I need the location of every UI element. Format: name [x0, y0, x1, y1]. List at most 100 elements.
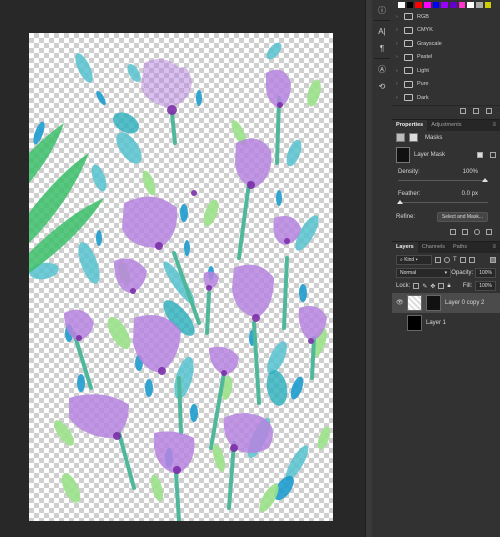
swatch-folder[interactable]: › Pure: [392, 78, 500, 92]
chevron-right-icon[interactable]: ›: [396, 95, 402, 101]
canvas-area[interactable]: [0, 0, 365, 537]
lock-artboard-icon[interactable]: [438, 283, 445, 289]
feather-slider[interactable]: [398, 201, 488, 203]
tab-layers[interactable]: Layers: [392, 241, 418, 253]
color-swatch[interactable]: [476, 2, 483, 8]
color-swatch[interactable]: [441, 2, 449, 8]
swatch-folder[interactable]: › Pastel: [392, 51, 500, 65]
history-icon[interactable]: ⟲: [375, 79, 389, 93]
select-and-mask-button[interactable]: Select and Mask...: [436, 211, 488, 222]
tab-properties[interactable]: Properties: [392, 119, 428, 131]
swatch-folder-list: › RGB › CMYK › Grayscale › Pastel › Light › Pure › Da…: [392, 10, 500, 105]
swatches-footer: [392, 104, 500, 119]
properties-panel: Properties Adjustments ≡ Masks Layer Mas…: [392, 118, 500, 239]
panel-menu-icon[interactable]: ≡: [492, 120, 500, 131]
chevron-right-icon[interactable]: ›: [396, 41, 402, 47]
blend-row: Normal ▾ Opacity: 100%: [392, 267, 500, 280]
layers-panel: Layers Channels Paths ≡ ⌕ Kind ▾ T Norma…: [392, 240, 500, 333]
info-icon[interactable]: ⓘ: [375, 3, 389, 17]
layer-list: 👁︎ Layer 0 copy 2 Layer 1: [392, 292, 500, 333]
chevron-right-icon[interactable]: ›: [396, 68, 402, 74]
swatch-folder-label: Pastel: [417, 54, 433, 61]
density-value[interactable]: 100%: [463, 169, 478, 175]
filter-smart-icon[interactable]: [468, 256, 475, 263]
swatch-folder-label: Grayscale: [417, 40, 442, 47]
layer-name: Layer 1: [426, 319, 447, 326]
swatches-panel: › RGB › CMYK › Grayscale › Pastel › Light › Pure › Da…: [392, 0, 500, 119]
masks-label: Masks: [425, 134, 443, 141]
tab-adjustments[interactable]: Adjustments: [427, 120, 465, 131]
tab-paths[interactable]: Paths: [449, 242, 471, 253]
eye-icon[interactable]: 👁︎: [396, 299, 404, 306]
folder-icon: [404, 67, 413, 75]
lock-position-icon[interactable]: ✥: [430, 283, 435, 290]
filter-toggle-icon[interactable]: [490, 256, 496, 263]
feather-control: Feather: 0.0 px: [392, 187, 500, 209]
color-swatch[interactable]: [424, 2, 431, 8]
glyphs-icon[interactable]: Ⓐ: [375, 62, 389, 76]
vector-mask-icon[interactable]: [409, 133, 418, 142]
filter-pixel-icon[interactable]: [435, 256, 441, 263]
color-swatch[interactable]: [493, 2, 500, 8]
layers-menu-icon[interactable]: ≡: [492, 242, 500, 253]
layer-row[interactable]: Layer 1: [392, 313, 500, 333]
pixel-mask-icon[interactable]: [396, 133, 405, 142]
opacity-label: Opacity:: [451, 270, 474, 276]
color-swatch[interactable]: [432, 2, 440, 8]
filter-adjustment-icon[interactable]: [444, 256, 450, 263]
filter-type-icon[interactable]: T: [453, 257, 457, 263]
folder-icon[interactable]: [460, 107, 466, 114]
character-icon[interactable]: A|: [375, 24, 389, 38]
color-swatch[interactable]: [406, 2, 414, 8]
color-swatch[interactable]: [415, 2, 423, 8]
properties-footer: [392, 225, 500, 239]
visibility-icon[interactable]: [474, 228, 480, 235]
folder-icon: [404, 94, 413, 102]
swatch-folder[interactable]: › CMYK: [392, 24, 500, 38]
filter-kind-select[interactable]: ⌕ Kind ▾: [396, 254, 432, 265]
swatch-folder[interactable]: › RGB: [392, 10, 500, 24]
chevron-right-icon[interactable]: ›: [396, 54, 402, 60]
apply-mask-icon[interactable]: [462, 228, 468, 235]
swatch-folder[interactable]: › Dark: [392, 91, 500, 105]
blend-mode-select[interactable]: Normal ▾: [396, 268, 452, 278]
color-swatch[interactable]: [450, 2, 457, 8]
load-selection-icon[interactable]: [450, 228, 456, 235]
chevron-right-icon[interactable]: ›: [396, 81, 402, 87]
lock-label: Lock:: [396, 283, 411, 289]
masks-header: Masks: [392, 131, 500, 145]
density-slider[interactable]: [398, 179, 488, 181]
select-pixels-icon[interactable]: [477, 151, 483, 158]
lock-transparent-icon[interactable]: [413, 283, 420, 289]
folder-icon: [404, 53, 413, 61]
layer-mask-label: Layer Mask: [414, 151, 446, 158]
feather-slider-knob[interactable]: [397, 199, 403, 204]
folder-icon: [404, 13, 413, 21]
color-swatch[interactable]: [467, 2, 475, 8]
fill-value[interactable]: 100%: [475, 281, 496, 291]
color-swatch[interactable]: [484, 2, 492, 8]
filter-shape-icon[interactable]: [459, 256, 466, 263]
opacity-value[interactable]: 100%: [475, 268, 496, 278]
chevron-right-icon[interactable]: ›: [396, 14, 402, 20]
layer-filter-row: ⌕ Kind ▾ T: [392, 253, 500, 267]
folder-icon: [404, 26, 413, 34]
document-canvas[interactable]: [29, 33, 333, 521]
chevron-right-icon[interactable]: ›: [396, 27, 402, 33]
feather-label: Feather:: [398, 190, 421, 197]
feather-value[interactable]: 0.0 px: [462, 191, 478, 197]
swatch-folder[interactable]: › Grayscale: [392, 37, 500, 51]
new-swatch-icon[interactable]: [473, 107, 479, 114]
trash-icon[interactable]: [486, 107, 492, 114]
lock-all-icon[interactable]: 🔒︎: [447, 283, 450, 290]
tab-channels[interactable]: Channels: [418, 242, 449, 253]
layer-row[interactable]: 👁︎ Layer 0 copy 2: [392, 292, 500, 313]
color-swatch[interactable]: [458, 2, 466, 8]
delete-mask-icon[interactable]: [486, 228, 492, 235]
swatch-folder[interactable]: › Light: [392, 64, 500, 78]
density-slider-knob[interactable]: [482, 177, 488, 182]
link-mask-icon[interactable]: [490, 151, 496, 158]
color-swatch[interactable]: [398, 2, 405, 8]
lock-image-icon[interactable]: ✎: [422, 283, 427, 290]
paragraph-icon[interactable]: ¶: [375, 41, 389, 55]
